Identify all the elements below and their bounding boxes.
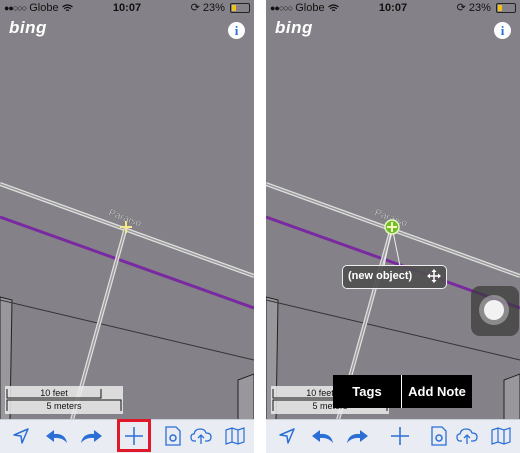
bottom-toolbar <box>266 419 520 453</box>
redo-icon[interactable] <box>344 423 370 449</box>
orientation-lock-icon: ⟳ <box>456 2 466 14</box>
orientation-lock-icon: ⟳ <box>190 2 200 14</box>
assistive-touch-button[interactable] <box>471 286 519 336</box>
scale-bar: 10 feet 5 meters <box>5 386 123 414</box>
battery-icon <box>230 3 250 14</box>
location-arrow-icon[interactable] <box>8 423 34 449</box>
map-icon[interactable] <box>488 423 514 449</box>
callout-label: (new object) <box>348 270 413 282</box>
battery-percent: 23% <box>202 2 225 14</box>
add-button-highlight <box>117 419 151 452</box>
add-note-button[interactable]: Add Note <box>402 375 472 408</box>
new-node-icon[interactable] <box>384 219 400 235</box>
settings-icon[interactable] <box>160 423 186 449</box>
battery-icon <box>496 3 516 14</box>
map-icon[interactable] <box>222 423 248 449</box>
scale-meters: 5 meters <box>46 401 82 411</box>
edit-menu: Tags Add Note <box>333 375 472 408</box>
status-bar: ●●○○○ Globe 10:07 ⟳ 23% <box>266 0 520 16</box>
settings-icon[interactable] <box>426 423 452 449</box>
upload-icon[interactable] <box>188 423 214 449</box>
battery-percent: 23% <box>468 2 491 14</box>
redo-icon[interactable] <box>78 423 104 449</box>
bing-logo: bing <box>275 18 313 37</box>
bing-logo: bing <box>9 18 47 37</box>
undo-icon[interactable] <box>310 423 336 449</box>
undo-icon[interactable] <box>44 423 70 449</box>
new-object-callout[interactable]: (new object) <box>342 265 447 289</box>
move-icon[interactable] <box>426 268 442 287</box>
location-arrow-icon[interactable] <box>274 423 300 449</box>
info-button[interactable]: i <box>494 22 511 39</box>
status-bar: ●●○○○ Globe 10:07 ⟳ 23% <box>0 0 254 16</box>
left-screen: Paraiso ●●○○○ Globe 10:07 ⟳ 23% bing i 1… <box>0 0 254 453</box>
add-icon[interactable] <box>387 423 413 449</box>
tags-button[interactable]: Tags <box>333 375 401 408</box>
scale-feet: 10 feet <box>40 388 68 398</box>
upload-icon[interactable] <box>454 423 480 449</box>
info-button[interactable]: i <box>228 22 245 39</box>
right-screen: Paraiso ●●○○○ Globe 10:07 ⟳ 23% bing i (… <box>266 0 520 453</box>
